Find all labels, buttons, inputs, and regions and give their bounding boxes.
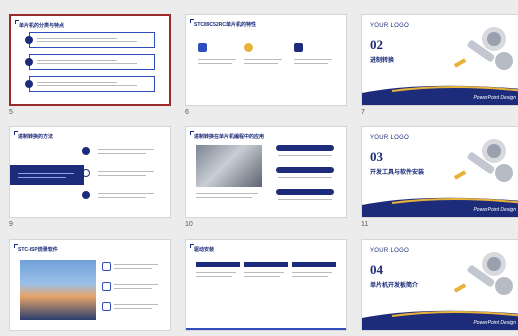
logo-text: YOUR LOGO (370, 23, 410, 29)
slide-number: 5 (9, 109, 13, 116)
slide-9-preview: 进制转换的方法 (9, 126, 171, 218)
wave-decoration (362, 197, 518, 217)
slide-thumbnail-11[interactable]: YOUR LOGO 03 开发工具与软件安装 PowerPoint Design… (361, 126, 518, 230)
slide-6-title: STC89C52RC单片机的特性 (190, 19, 256, 28)
slide-thumbnail-15[interactable]: YOUR LOGO 04 单片机开发板简介 PowerPoint Design (361, 239, 518, 336)
section-number: 03 (370, 149, 383, 164)
slide-number: 7 (361, 109, 365, 116)
section-title: 单片机开发板简介 (370, 283, 419, 289)
logo-text: YOUR LOGO (370, 135, 410, 141)
section-title: 进制转换 (370, 58, 395, 64)
content-box (29, 76, 155, 92)
section-number: 02 (370, 37, 383, 52)
section-number: 04 (370, 262, 383, 277)
slide-10-preview: 进制转换在单片机编程中的应用 (185, 126, 347, 218)
slide-5-title: 单片机的分类与特点 (14, 20, 65, 29)
slide-6-preview: STC89C52RC单片机的特性 (185, 14, 347, 106)
slide-11-preview: YOUR LOGO 03 开发工具与软件安装 PowerPoint Design (361, 126, 518, 218)
footer-text: PowerPoint Design (473, 320, 516, 326)
slide-thumbnail-10[interactable]: 进制转换在单片机编程中的应用 10 (185, 126, 347, 230)
logo-text: YOUR LOGO (370, 248, 410, 254)
slide-sorter-grid: 单片机的分类与特点 5 STC89C52RC单片机的特性 6 YOUR LOGO… (0, 0, 518, 336)
slide-thumbnail-9[interactable]: 进制转换的方法 9 (9, 126, 171, 230)
slide-14-title: 驱动安装 (189, 244, 215, 253)
footer-text: PowerPoint Design (473, 207, 516, 213)
slide-number: 9 (9, 221, 13, 228)
slide-9-title: 进制转换的方法 (13, 131, 54, 140)
section-title: 开发工具与软件安装 (370, 170, 425, 176)
slide-14-preview: 驱动安装 (185, 239, 347, 331)
slide-thumbnail-13[interactable]: STC-ISP烧录软件 (9, 239, 171, 336)
footer-text: PowerPoint Design (473, 95, 516, 101)
slide-7-preview: YOUR LOGO 02 进制转换 PowerPoint Design (361, 14, 518, 106)
office-photo (196, 145, 262, 187)
city-skyline-photo (20, 260, 96, 320)
highlight-band (10, 165, 84, 185)
content-box (29, 32, 155, 48)
wave-decoration (362, 310, 518, 330)
slide-10-title: 进制转换在单片机编程中的应用 (189, 131, 265, 140)
slide-thumbnail-7[interactable]: YOUR LOGO 02 进制转换 PowerPoint Design 7 (361, 14, 518, 118)
content-box (29, 54, 155, 70)
wave-decoration (362, 85, 518, 105)
slide-number: 10 (185, 221, 193, 228)
slide-13-preview: STC-ISP烧录软件 (9, 239, 171, 331)
slide-15-preview: YOUR LOGO 04 单片机开发板简介 PowerPoint Design (361, 239, 518, 331)
slide-thumbnail-6[interactable]: STC89C52RC单片机的特性 6 (185, 14, 347, 118)
slide-number: 6 (185, 109, 189, 116)
slide-thumbnail-5[interactable]: 单片机的分类与特点 5 (9, 14, 171, 118)
slide-5-preview: 单片机的分类与特点 (9, 14, 171, 106)
slide-13-title: STC-ISP烧录软件 (14, 244, 58, 253)
slide-number: 11 (361, 221, 369, 228)
slide-thumbnail-14[interactable]: 驱动安装 (185, 239, 347, 336)
